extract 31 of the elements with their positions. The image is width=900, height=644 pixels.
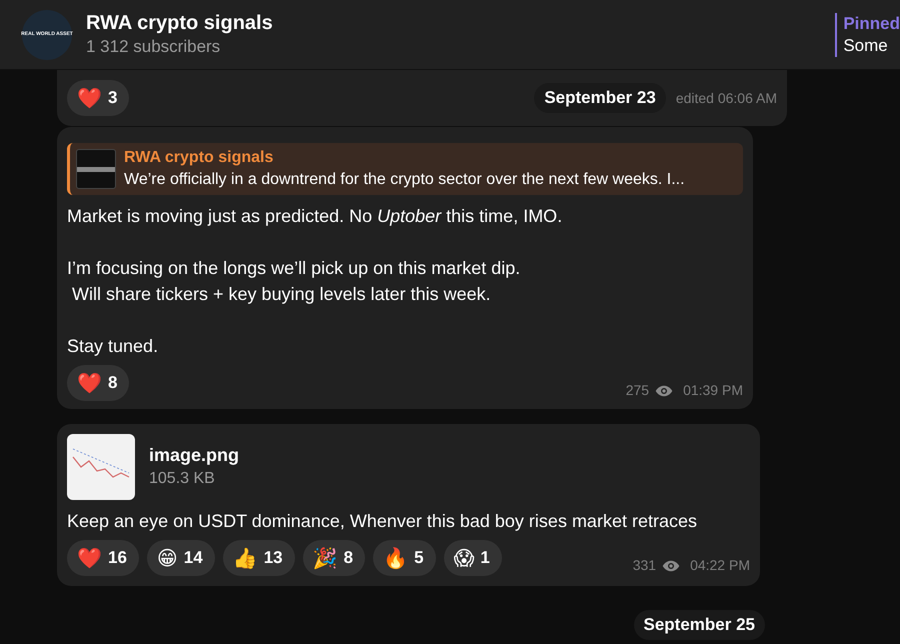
view-count: 275 <box>626 381 650 400</box>
pinned-message[interactable]: Pinned Some <box>835 12 900 56</box>
reply-author: RWA crypto signals <box>124 148 274 168</box>
reaction-chip[interactable]: 🎉 8 <box>302 540 366 576</box>
reaction-chip[interactable]: 😱 1 <box>444 540 502 576</box>
reply-text: We’re officially in a downtrend for the crypto sector over the next few weeks. I... <box>124 170 685 190</box>
reaction-chip[interactable]: 🔥 5 <box>373 540 436 576</box>
message-text: I’m focusing on the longs we’ll pick up on this market dip. Will share tickers + key buying levels later this week. <box>67 257 522 306</box>
chart-thumbnail[interactable] <box>67 434 135 500</box>
date-pill: September 25 <box>634 610 765 640</box>
subscriber-count: 1 312 subscribers <box>86 36 222 58</box>
reaction-chip[interactable]: ❤ 16 <box>67 540 139 576</box>
message-text: Keep an eye on USDT dominance, Whenver this bad boy rises market retraces <box>67 510 698 533</box>
view-count: 331 <box>632 556 656 575</box>
eye-icon <box>662 560 680 572</box>
message-text: Stay tuned. <box>67 335 160 358</box>
message-time: 01:39 PM <box>683 381 743 400</box>
message-time: 04:22 PM <box>690 556 750 575</box>
file-name: image.png <box>149 444 240 467</box>
message-text: Market is moving just as predicted. No Uptober this time, IMO. <box>67 205 564 228</box>
eye-icon <box>655 384 674 396</box>
date-pill: September 23 <box>534 83 666 113</box>
reaction-chip[interactable]: ❤ 3 <box>67 80 130 116</box>
reply-quote[interactable]: RWA crypto signals We’re officially in a downtrend for the crypto sector over the next few weeks. I... <box>67 143 743 195</box>
chart-thumbnail <box>76 149 116 189</box>
reaction-chip[interactable]: 👍 13 <box>222 540 295 576</box>
file-size: 105.3 KB <box>149 469 216 489</box>
reaction-chip[interactable]: 😁 14 <box>146 540 215 576</box>
channel-title: RWA crypto signals <box>86 10 273 34</box>
edited-time: edited 06:06 AM <box>676 88 777 108</box>
reaction-chip[interactable]: ❤ 8 <box>67 365 130 401</box>
